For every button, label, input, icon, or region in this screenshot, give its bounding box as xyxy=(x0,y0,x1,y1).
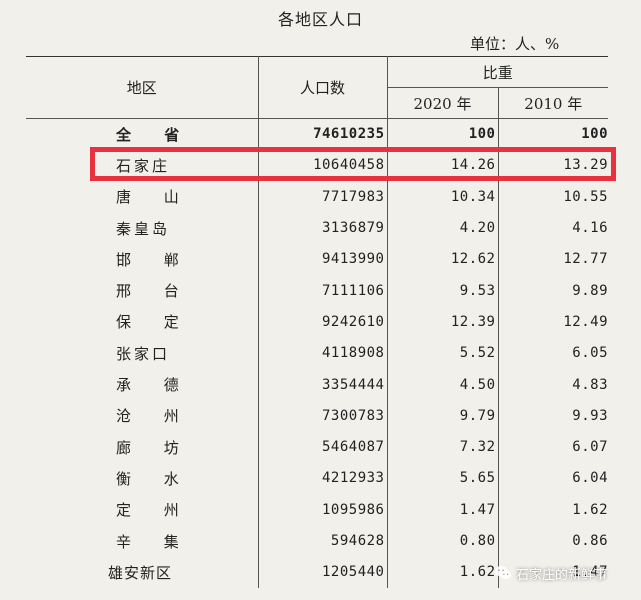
table-row: 张家口 4118908 5.52 6.05 xyxy=(26,337,609,369)
region-cell: 全 省 xyxy=(26,117,258,150)
table-row: 承 德 3354444 4.50 4.83 xyxy=(26,368,609,401)
population-cell: 7300783 xyxy=(257,400,387,432)
header-region: 地区 xyxy=(26,56,259,119)
header-ratio: 比重 xyxy=(387,56,609,88)
ratio-2010-cell: 6.07 xyxy=(497,431,609,463)
table-row: 秦皇岛 3136879 4.20 4.16 xyxy=(26,212,609,244)
ratio-2010-cell: 6.04 xyxy=(497,462,609,495)
watermark-text: 石家庄的新鲜事 xyxy=(516,567,608,583)
ratio-2020-cell: 5.65 xyxy=(386,462,498,495)
population-cell: 7111106 xyxy=(257,274,387,307)
ratio-2010-cell: 4.83 xyxy=(497,368,609,401)
population-cell: 3136879 xyxy=(257,212,387,244)
region-cell: 邢 台 xyxy=(116,282,193,301)
ratio-2020-cell: 12.62 xyxy=(386,243,498,275)
ratio-2020-cell: 100 xyxy=(386,117,498,150)
table-row: 保 定 9242610 12.39 12.49 xyxy=(26,306,609,338)
ratio-2020-cell: 4.50 xyxy=(386,368,498,401)
table-row: 邯 郸 9413990 12.62 12.77 xyxy=(26,243,609,275)
population-cell: 74610235 xyxy=(257,117,387,150)
ratio-2010-cell: 13.29 xyxy=(497,149,609,182)
region-cell: 辛 集 xyxy=(116,532,193,551)
wechat-icon xyxy=(494,565,512,580)
ratio-2020-cell: 12.39 xyxy=(386,306,498,338)
ratio-2010-cell: 100 xyxy=(497,117,609,150)
ratio-2010-cell: 12.77 xyxy=(497,243,609,275)
table-row: 唐 山 7717983 10.34 10.55 xyxy=(26,181,609,213)
population-cell: 9413990 xyxy=(257,243,387,275)
ratio-2010-cell: 0.86 xyxy=(497,525,609,557)
table-row: 衡 水 4212933 5.65 6.04 xyxy=(26,462,609,495)
population-cell: 4212933 xyxy=(257,462,387,495)
ratio-2020-cell: 1.62 xyxy=(386,556,498,588)
region-cell: 邯 郸 xyxy=(116,250,193,269)
ratio-2020-cell: 9.79 xyxy=(386,400,498,432)
region-cell: 廊 坊 xyxy=(116,438,193,457)
ratio-2010-cell: 4.16 xyxy=(497,212,609,244)
table-row-total: 全 省 74610235 100 100 xyxy=(26,117,609,150)
ratio-2010-cell: 9.89 xyxy=(497,274,609,307)
header-year-2020: 2020 年 xyxy=(387,87,499,119)
table-row: 邢 台 7111106 9.53 9.89 xyxy=(26,274,609,307)
ratio-2020-cell: 4.20 xyxy=(386,212,498,244)
population-cell: 594628 xyxy=(257,525,387,557)
table-row: 石家庄 10640458 14.26 13.29 xyxy=(26,149,609,182)
watermark: 石家庄的新鲜事 xyxy=(494,562,607,584)
region-cell: 承 德 xyxy=(116,376,193,395)
unit-label: 单位：人、% xyxy=(470,35,560,53)
region-cell: 保 定 xyxy=(116,313,193,332)
header-population: 人口数 xyxy=(258,56,388,119)
population-cell: 9242610 xyxy=(257,306,387,338)
header-year-2010: 2010 年 xyxy=(524,94,583,113)
ratio-2020-cell: 1.47 xyxy=(386,494,498,526)
ratio-2020-cell: 10.34 xyxy=(386,181,498,213)
population-cell: 5464087 xyxy=(257,431,387,463)
ratio-2020-cell: 5.52 xyxy=(386,337,498,369)
ratio-2010-cell: 6.05 xyxy=(497,337,609,369)
ratio-2010-cell: 10.55 xyxy=(497,181,609,213)
population-cell: 7717983 xyxy=(257,181,387,213)
population-cell: 3354444 xyxy=(257,368,387,401)
population-cell: 4118908 xyxy=(257,337,387,369)
region-cell: 石家庄 xyxy=(116,156,171,175)
population-table: 地区 人口数 比重 2020 年 2010 年 全 省 74610235 100… xyxy=(26,56,609,588)
region-cell: 秦皇岛 xyxy=(116,219,171,238)
table-title: 各地区人口 xyxy=(277,10,363,29)
ratio-2020-cell: 9.53 xyxy=(386,274,498,307)
region-cell: 张家口 xyxy=(116,344,171,363)
ratio-2020-cell: 7.32 xyxy=(386,431,498,463)
ratio-2010-cell: 9.93 xyxy=(497,400,609,432)
table-row: 定 州 1095986 1.47 1.62 xyxy=(26,494,609,526)
population-cell: 1095986 xyxy=(257,494,387,526)
population-cell: 10640458 xyxy=(257,149,387,182)
ratio-2020-cell: 0.80 xyxy=(386,525,498,557)
ratio-2010-cell: 12.49 xyxy=(497,306,609,338)
population-cell: 1205440 xyxy=(257,556,387,588)
region-cell: 定 州 xyxy=(116,501,193,520)
table-row: 廊 坊 5464087 7.32 6.07 xyxy=(26,431,609,463)
region-cell: 衡 水 xyxy=(116,469,193,488)
table-row: 沧 州 7300783 9.79 9.93 xyxy=(26,400,609,432)
region-cell: 沧 州 xyxy=(116,407,193,426)
ratio-2020-cell: 14.26 xyxy=(386,149,498,182)
ratio-2010-cell: 1.62 xyxy=(497,494,609,526)
region-cell: 雄安新区 xyxy=(108,563,173,582)
table-row: 辛 集 594628 0.80 0.86 xyxy=(26,525,609,557)
region-cell: 唐 山 xyxy=(116,188,193,207)
